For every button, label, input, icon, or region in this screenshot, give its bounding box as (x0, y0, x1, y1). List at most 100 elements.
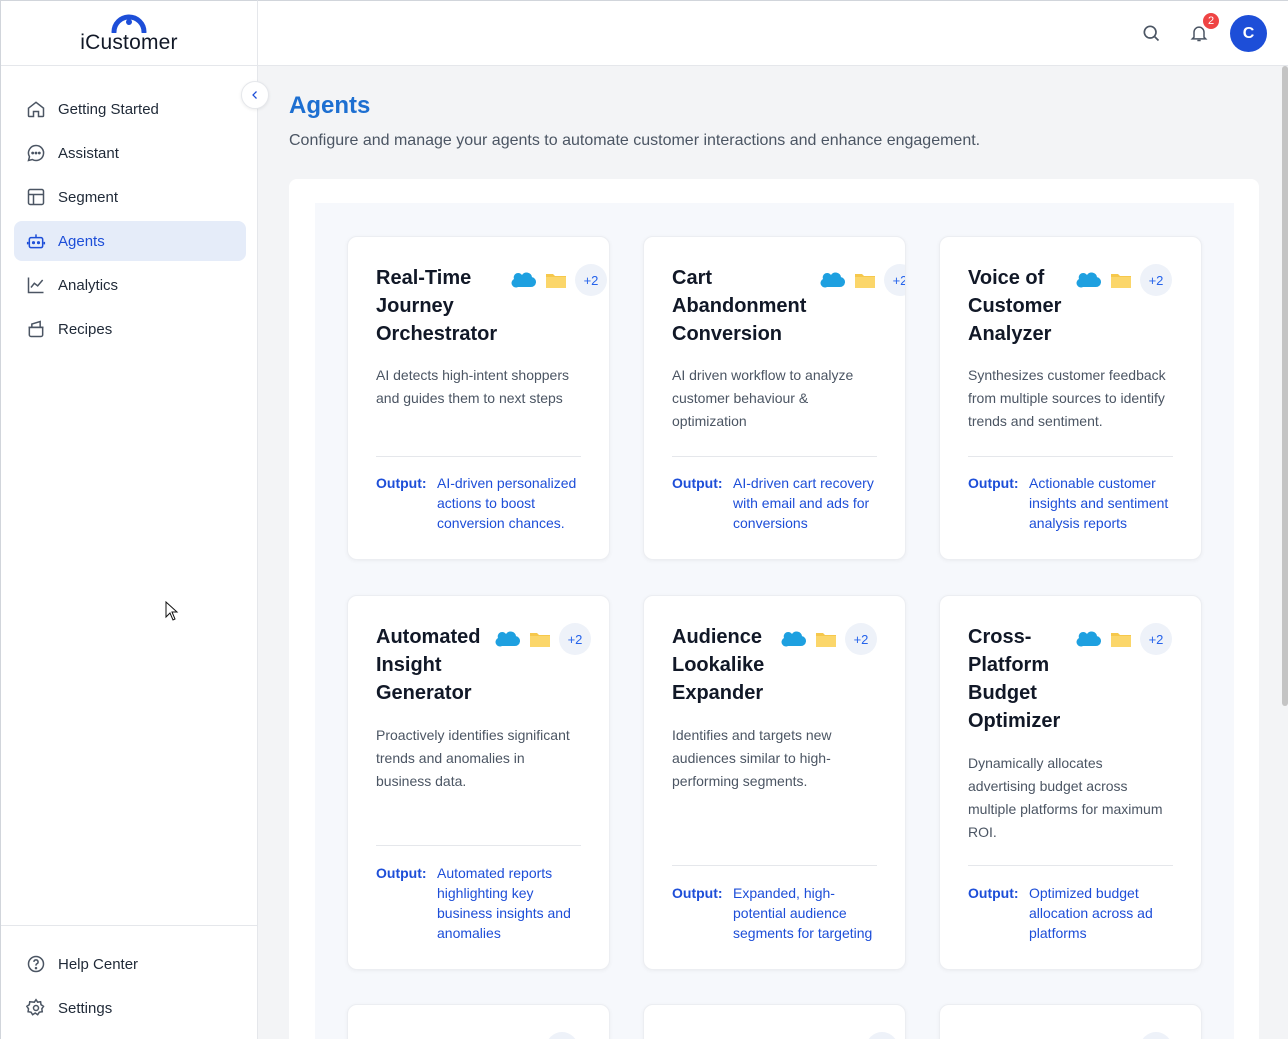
sidebar-footer: Help Center Settings (1, 925, 258, 1032)
scrollbar[interactable] (1282, 66, 1288, 706)
output-value: Optimized budget allocation across ad pl… (1029, 885, 1153, 941)
card-divider (672, 456, 877, 457)
more-integrations-badge[interactable]: +2 (1140, 623, 1172, 655)
logo[interactable]: iCustomer (1, 1, 257, 66)
search-button[interactable] (1140, 22, 1162, 44)
integration-badges: +2 (511, 264, 607, 296)
card-output: Output: Expanded, high-potential audienc… (672, 883, 882, 943)
more-integrations-badge[interactable]: +2 (575, 264, 607, 296)
salesforce-icon (820, 272, 846, 288)
salesforce-icon (495, 631, 521, 647)
more-integrations-badge[interactable]: +2 (845, 623, 877, 655)
card-description: Dynamically allocates advertising budget… (968, 755, 1163, 840)
sidebar-item-label: Analytics (58, 276, 119, 294)
folder-icon (816, 633, 836, 647)
sidebar-item-assistant[interactable]: Assistant (14, 133, 246, 173)
more-integrations-badge[interactable] (1140, 1032, 1172, 1039)
agent-card[interactable]: Cross-Platform Budget Optimizer +2 Dynam… (939, 595, 1202, 970)
output-value: AI-driven personalized actions to boost … (437, 475, 577, 531)
layout-icon (26, 187, 46, 207)
output-label: Output: (968, 885, 1019, 901)
more-integrations-badge[interactable] (866, 1032, 898, 1039)
salesforce-icon (1076, 631, 1102, 647)
integration-badges (802, 1032, 898, 1039)
card-divider (672, 865, 877, 866)
brand-name: iCustomer (80, 31, 178, 54)
sidebar-item-settings[interactable]: Settings (14, 988, 245, 1028)
sidebar-item-label: Getting Started (58, 100, 159, 118)
chat-icon (26, 143, 46, 163)
agent-card[interactable]: Automated Insight Generator +2 Proactive… (347, 595, 610, 970)
integration-badges: +2 (495, 623, 591, 655)
output-value: AI-driven cart recovery with email and a… (733, 475, 874, 531)
card-description: Proactively identifies significant trend… (376, 727, 570, 789)
top-bar (258, 0, 1288, 66)
sidebar-item-recipes[interactable]: Recipes (14, 309, 246, 349)
output-label: Output: (672, 475, 723, 491)
salesforce-icon (1076, 272, 1102, 288)
integration-badges (482, 1032, 578, 1039)
card-title: Cross-Platform Budget Optimizer (968, 626, 1061, 732)
sidebar-item-label: Assistant (58, 144, 119, 162)
output-label: Output: (968, 475, 1019, 491)
sidebar-item-help-center[interactable]: Help Center (14, 944, 245, 984)
help-icon (26, 954, 46, 974)
sidebar-item-getting-started[interactable]: Getting Started (14, 89, 246, 129)
home-icon (26, 99, 46, 119)
card-divider (968, 456, 1173, 457)
card-divider (376, 456, 581, 457)
sidebar-item-label: Segment (58, 188, 119, 206)
notification-count-badge: 2 (1203, 13, 1219, 29)
chevron-left-icon (252, 91, 257, 99)
integration-badges (1076, 1032, 1172, 1039)
avatar[interactable]: C (1230, 15, 1267, 52)
card-title: Cart Abandonment Conversion (672, 267, 807, 345)
mouse-cursor-icon (165, 601, 179, 621)
agent-card[interactable] (347, 1004, 610, 1039)
recipes-icon (26, 319, 46, 339)
sidebar-item-analytics[interactable]: Analytics (14, 265, 246, 305)
folder-icon (1111, 633, 1131, 647)
agent-card[interactable]: Real-Time Journey Orchestrator +2 AI det… (347, 236, 610, 560)
more-integrations-badge[interactable]: +2 (884, 264, 905, 296)
sidebar-nav: Getting Started Assistant Segment Agents… (14, 89, 246, 353)
agent-card[interactable] (643, 1004, 906, 1039)
agent-card[interactable]: Cart Abandonment Conversion +2 AI driven… (643, 236, 906, 560)
robot-icon (26, 231, 46, 251)
card-output: Output: AI-driven personalized actions t… (376, 473, 586, 533)
sidebar-item-segment[interactable]: Segment (14, 177, 246, 217)
gear-icon (26, 998, 46, 1018)
integration-badges: +2 (781, 623, 877, 655)
sidebar-item-label: Settings (58, 999, 113, 1017)
output-value: Actionable customer insights and sentime… (1029, 475, 1169, 531)
card-output: Output: Actionable customer insights and… (968, 473, 1178, 533)
output-value: Automated reports highlighting key busin… (437, 865, 571, 941)
card-divider (968, 865, 1173, 866)
card-title: Voice of Customer Analyzer (968, 267, 1062, 345)
more-integrations-badge[interactable] (546, 1032, 578, 1039)
agent-card[interactable]: Voice of Customer Analyzer +2 Synthesize… (939, 236, 1202, 560)
collapse-sidebar-button[interactable] (241, 81, 269, 109)
folder-icon (530, 633, 550, 647)
chart-line-icon (26, 275, 46, 295)
card-description: Synthesizes customer feedback from multi… (968, 367, 1166, 429)
card-title: Automated Insight Generator (376, 626, 481, 704)
folder-icon (1111, 274, 1131, 288)
output-label: Output: (672, 885, 723, 901)
page-subtitle: Configure and manage your agents to auto… (289, 132, 981, 149)
search-icon (1143, 25, 1160, 42)
card-description: AI detects high-intent shoppers and guid… (376, 367, 570, 406)
sidebar-item-agents[interactable]: Agents (14, 221, 246, 261)
card-description: AI driven workflow to analyze customer b… (672, 367, 854, 429)
agent-card[interactable] (939, 1004, 1202, 1039)
agent-card[interactable]: Audience Lookalike Expander +2 Identifie… (643, 595, 906, 970)
more-integrations-badge[interactable]: +2 (1140, 264, 1172, 296)
sidebar-item-label: Recipes (58, 320, 113, 338)
card-output: Output: AI-driven cart recovery with ema… (672, 473, 882, 533)
card-title: Real-Time Journey Orchestrator (376, 267, 498, 345)
output-label: Output: (376, 865, 427, 881)
more-integrations-badge[interactable]: +2 (559, 623, 591, 655)
folder-icon (546, 274, 566, 288)
output-label: Output: (376, 475, 427, 491)
card-description: Identifies and targets new audiences sim… (672, 727, 832, 789)
